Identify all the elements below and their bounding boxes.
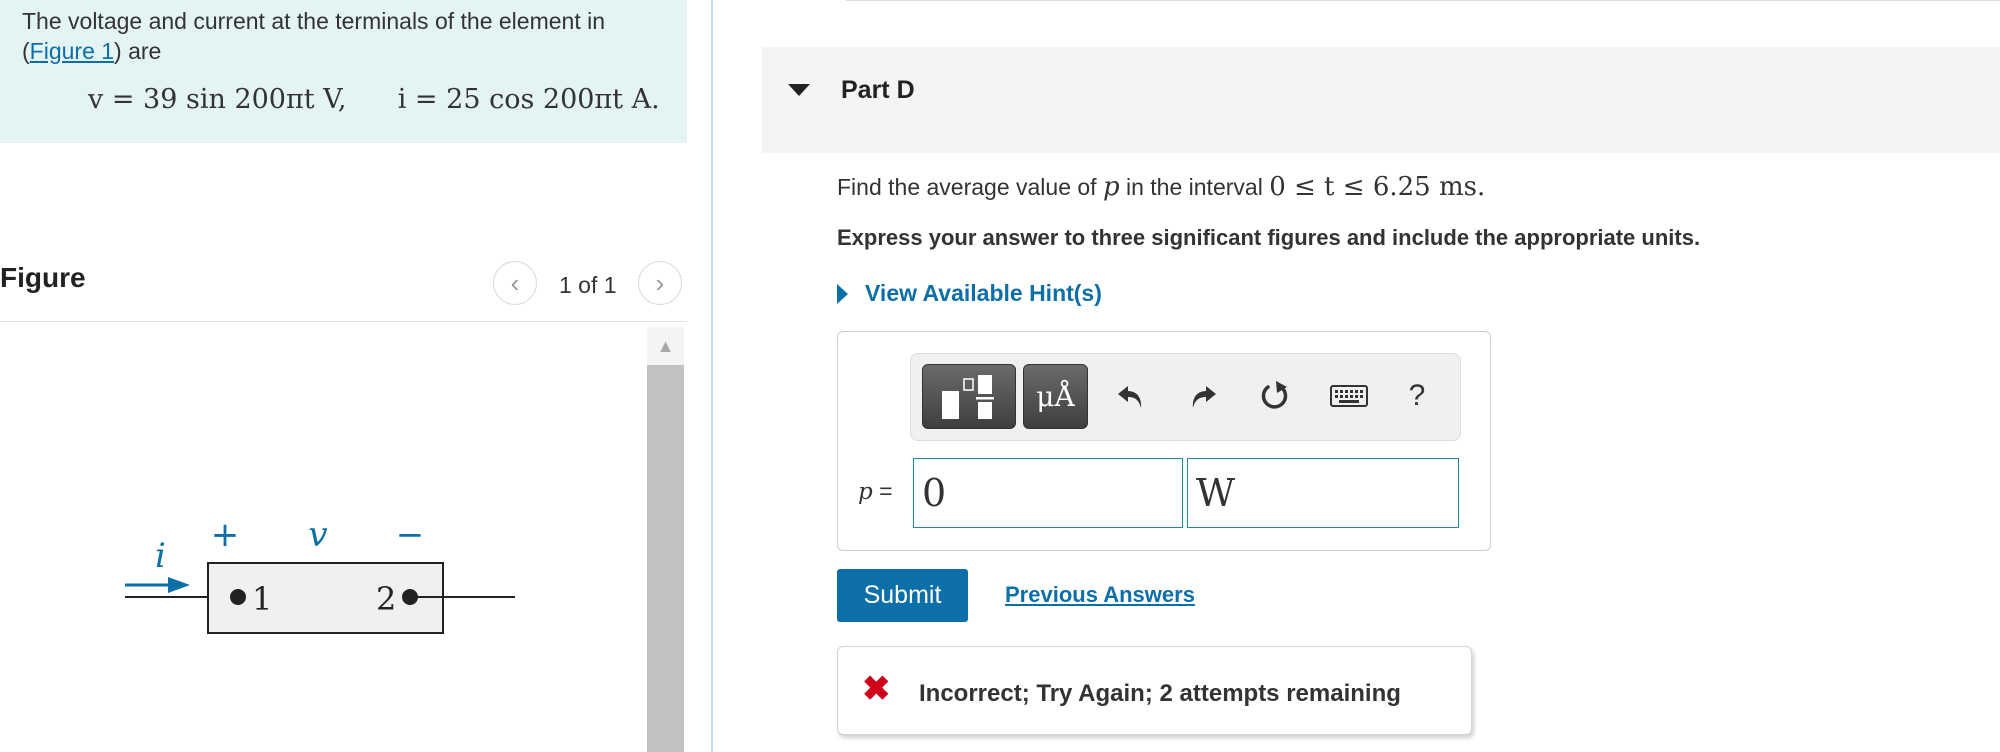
top-rule (846, 0, 2000, 1)
answer-value-input[interactable]: 0 (913, 458, 1183, 528)
interval: 0 ≤ t ≤ 6.25 ms. (1269, 172, 1486, 202)
view-hints-toggle[interactable]: View Available Hint(s) (837, 280, 1102, 307)
problem-equation: v = 39 sin 200πt V, i = 25 cos 200πt A. (88, 84, 660, 115)
current-label: i (155, 536, 166, 576)
units-button[interactable]: μÅ (1023, 364, 1088, 429)
scrollbar-thumb[interactable] (647, 365, 684, 752)
feedback-text: Incorrect; Try Again; 2 attempts remaini… (919, 680, 1401, 707)
chevron-left-icon: ‹ (510, 267, 520, 298)
hint-label: View Available Hint(s) (865, 280, 1102, 306)
question-text: Find the average value of p in the inter… (837, 172, 1486, 202)
voltage-equation: v = 39 sin 200πt V, (88, 84, 347, 115)
figure-divider (0, 321, 687, 322)
terminal-1-dot (230, 589, 246, 605)
problem-text: The voltage and current at the terminals… (22, 8, 605, 64)
current-equation: i = 25 cos 200πt A. (397, 84, 660, 115)
help-button[interactable]: ? (1397, 376, 1437, 416)
templates-button[interactable] (922, 364, 1016, 429)
figure-title: Figure (0, 262, 86, 293)
circuit-diagram: i + v − 1 2 (125, 515, 515, 634)
undo-icon (1118, 386, 1142, 408)
undo-button[interactable] (1111, 376, 1151, 416)
redo-button[interactable] (1183, 376, 1223, 416)
expand-triangle-icon (837, 283, 848, 304)
voltage-label: v (308, 515, 327, 555)
minus-label: − (396, 515, 425, 555)
figure-link[interactable]: Figure 1 (30, 38, 114, 64)
part-title: Part D (841, 76, 915, 104)
submit-button[interactable]: Submit (837, 569, 968, 622)
previous-answers-link[interactable]: Previous Answers (1005, 582, 1195, 608)
help-icon: ? (1408, 379, 1426, 412)
terminal-2-label: 2 (376, 580, 396, 618)
templates-icon (942, 374, 994, 419)
answer-instruction: Express your answer to three significant… (837, 225, 1701, 250)
keyboard-button[interactable] (1326, 376, 1372, 416)
pane-divider (711, 0, 713, 752)
reset-icon (1261, 381, 1288, 409)
plus-label: + (211, 515, 240, 555)
problem-intro: The voltage and current at the terminals… (0, 0, 687, 143)
figure-next-button[interactable]: › (638, 261, 682, 305)
current-arrow-icon (168, 577, 190, 593)
reset-button[interactable] (1255, 376, 1295, 416)
units-icon: μÅ (1036, 380, 1075, 413)
figure-counter: 1 of 1 (559, 272, 617, 298)
keyboard-icon (1330, 385, 1368, 407)
chevron-right-icon: › (655, 267, 665, 298)
answer-variable-label: p = (858, 478, 893, 505)
collapse-caret-icon[interactable] (788, 84, 810, 96)
redo-icon (1192, 386, 1216, 408)
answer-unit-input[interactable]: W (1187, 458, 1459, 528)
scroll-up-arrow-icon[interactable]: ▲ (647, 327, 684, 365)
incorrect-x-icon: ✖ (862, 670, 891, 708)
figure-prev-button[interactable]: ‹ (493, 261, 537, 305)
terminal-1-label: 1 (252, 580, 272, 618)
part-header[interactable] (762, 47, 2000, 153)
